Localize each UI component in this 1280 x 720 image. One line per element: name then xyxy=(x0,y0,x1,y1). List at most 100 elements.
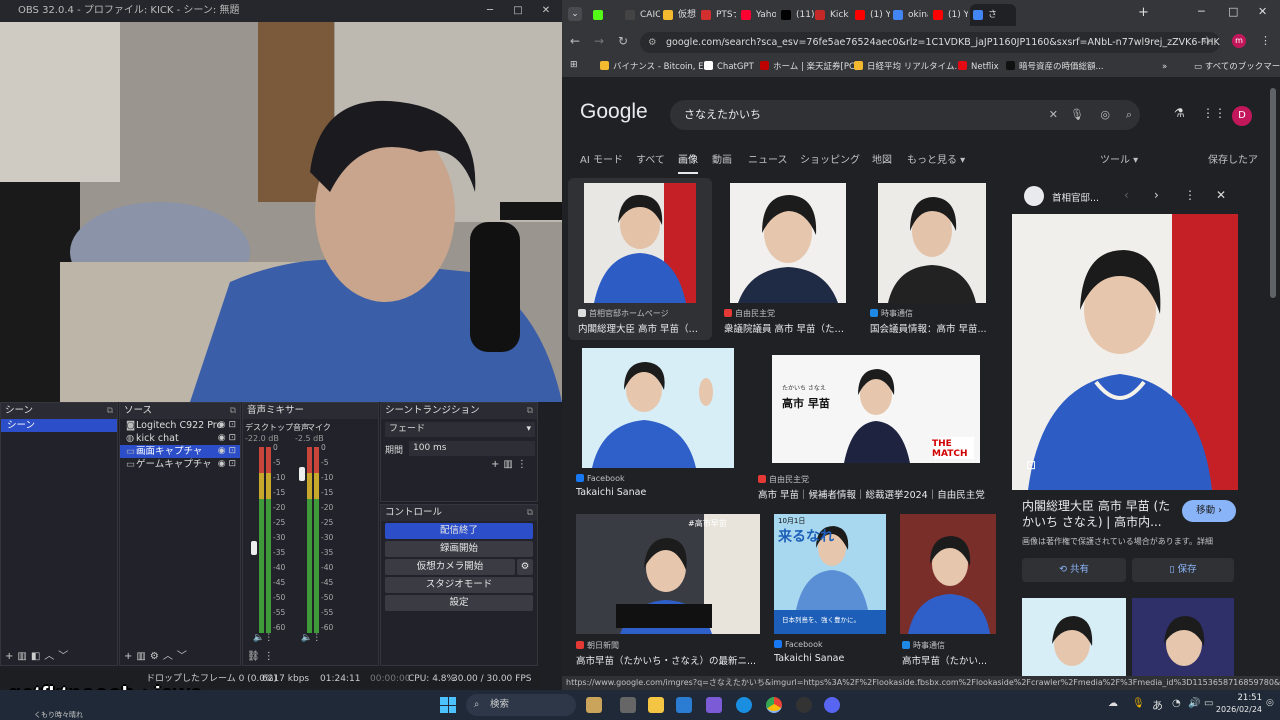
result-title[interactable]: 国会議員情報：高市 早苗... xyxy=(870,321,996,335)
notification-icon[interactable]: ◎ xyxy=(1266,698,1274,708)
bookmark-item[interactable]: Netflix xyxy=(958,59,999,75)
result-image[interactable]: #高市早苗 xyxy=(576,514,760,634)
clear-icon[interactable]: ✕ xyxy=(1049,100,1058,130)
browser-tab[interactable]: okina xyxy=(890,4,928,26)
volume-icon[interactable]: 🔊 xyxy=(1188,698,1200,709)
close-icon[interactable]: ✕ xyxy=(1216,188,1226,202)
result-title[interactable]: 内閣総理大臣 高市 早苗（た... xyxy=(578,321,706,335)
stop-streaming-button[interactable]: 配信終了 xyxy=(385,523,533,539)
browser-tab[interactable]: Kick xyxy=(812,4,850,26)
transition-select[interactable]: フェード ▾ xyxy=(385,422,535,437)
virtual-camera-button[interactable]: 仮想カメラ開始 xyxy=(385,559,515,575)
visit-button[interactable]: 移動 › xyxy=(1182,500,1236,522)
reload-icon[interactable]: ↻ xyxy=(618,34,628,48)
source-item[interactable]: ◙Logitech C922 Pro ◉ ⊡ xyxy=(120,419,240,432)
minimize-icon[interactable]: ─ xyxy=(1198,5,1205,18)
close-icon[interactable]: ✕ xyxy=(532,0,560,22)
eye-icon[interactable]: ◉ ⊡ xyxy=(218,419,236,432)
preview-image[interactable]: ⊡ xyxy=(1012,214,1238,490)
new-tab-icon[interactable]: + xyxy=(1138,5,1149,20)
duration-input[interactable]: 100 ms xyxy=(409,441,535,456)
tab-videos[interactable]: 動画 xyxy=(712,151,732,166)
back-icon[interactable]: ← xyxy=(570,34,580,48)
dock-popout-icon[interactable]: ⧉ xyxy=(527,505,533,521)
maximize-icon[interactable]: □ xyxy=(504,0,532,22)
scene-item[interactable]: シーン xyxy=(1,419,117,432)
mic-icon[interactable]: 🎙 xyxy=(1132,698,1145,709)
browser-tab[interactable]: CAIC/ xyxy=(622,4,660,26)
menu-dots-icon[interactable]: ⋮ xyxy=(264,651,278,662)
site-info-icon[interactable]: ⚙ xyxy=(648,32,657,53)
tab-all[interactable]: すべて xyxy=(636,151,665,166)
browser-tab[interactable]: Yahoo xyxy=(738,4,776,26)
google-logo[interactable]: Google xyxy=(580,100,648,124)
browser-tab[interactable]: PTSナ xyxy=(698,4,736,26)
result-title[interactable]: 高市早苗（たかいち・さなえ）の最新ニ... xyxy=(576,653,762,667)
ime-indicator[interactable]: あ xyxy=(1152,697,1163,713)
search-icon[interactable]: ⌕ xyxy=(1126,100,1132,130)
link-icon[interactable]: ⛓ xyxy=(247,651,264,662)
browser-tab[interactable]: (1) Yo xyxy=(852,4,890,26)
transition-toolbar[interactable]: +▥⋮ xyxy=(491,459,531,470)
gear-icon[interactable]: ⚙ xyxy=(150,651,163,662)
saved-link[interactable]: 保存したア xyxy=(1208,151,1258,166)
result-title[interactable]: 高市早苗（たかい... xyxy=(902,653,998,667)
bookmark-item[interactable]: ChatGPT xyxy=(704,59,754,75)
settings-button[interactable]: 設定 xyxy=(385,595,533,611)
star-icon[interactable]: ☆ xyxy=(1202,34,1212,47)
omnibox[interactable]: ⚙ google.com/search?sca_esv=76fe5ae76524… xyxy=(640,32,1220,53)
source-item[interactable]: ◍ kick chat ◉ ⊡ xyxy=(120,432,240,445)
start-recording-button[interactable]: 録画開始 xyxy=(385,541,533,557)
trash-icon[interactable]: ▥ xyxy=(136,651,149,662)
browser-tab[interactable] xyxy=(590,4,612,26)
close-icon[interactable]: ✕ xyxy=(1258,5,1267,18)
mic-icon[interactable]: 🎙 xyxy=(1070,100,1084,130)
lens-icon[interactable]: ⊡ xyxy=(1026,458,1036,472)
dock-popout-icon[interactable]: ⧉ xyxy=(527,403,533,419)
tab-more[interactable]: もっと見る ▾ xyxy=(907,151,965,166)
share-button[interactable]: ⟲ 共有 xyxy=(1022,558,1126,582)
chrome-icon[interactable] xyxy=(766,697,782,713)
minimize-icon[interactable]: ─ xyxy=(476,0,504,22)
browser-tab[interactable]: さ xyxy=(970,4,1016,26)
result-title[interactable]: Takaichi Sanae xyxy=(774,653,888,664)
result-image[interactable] xyxy=(730,183,846,303)
browser-tab[interactable]: 仮想 xyxy=(660,4,698,26)
task-view-icon[interactable] xyxy=(620,697,636,713)
windows-start-icon[interactable] xyxy=(440,697,456,713)
wifi-icon[interactable]: ◔ xyxy=(1172,698,1181,709)
channel2-volume-slider[interactable] xyxy=(299,467,305,481)
weather-widget[interactable]: くもり時々晴れ xyxy=(34,710,83,720)
tab-shopping[interactable]: ショッピング xyxy=(800,151,860,166)
save-button[interactable]: ▯ 保存 xyxy=(1132,558,1234,582)
search-input[interactable]: さなえたかいち ✕ 🎙 ◎ ⌕ xyxy=(670,100,1140,130)
bookmark-item[interactable]: 日経平均 リアルタイム... xyxy=(854,59,963,75)
edge-icon[interactable] xyxy=(736,697,752,713)
source-item[interactable]: ▭ゲームキャプチャ ◉ ⊡ xyxy=(120,458,240,471)
tab-maps[interactable]: 地図 xyxy=(872,151,892,166)
result-image[interactable] xyxy=(582,348,734,468)
labs-icon[interactable]: ⚗ xyxy=(1174,106,1185,120)
browser-tab[interactable]: (11) xyxy=(778,4,816,26)
related-image[interactable] xyxy=(1132,598,1234,676)
trash-icon[interactable]: ▥ xyxy=(17,651,30,662)
gear-icon[interactable]: ⚙ xyxy=(517,559,533,575)
store-icon[interactable] xyxy=(676,697,692,713)
result-title[interactable]: 衆議院議員 高市 早苗（たか... xyxy=(724,321,852,335)
related-image[interactable] xyxy=(1022,598,1126,676)
result-image[interactable]: 10月1日 来るなれ 日本列島を、強く豊かに。 xyxy=(774,514,886,634)
eye-icon[interactable]: ◉ ⊡ xyxy=(218,458,236,471)
filter-icon[interactable]: ◧ xyxy=(31,651,44,662)
tab-news[interactable]: ニュース xyxy=(748,151,788,166)
up-arrow-icon[interactable]: ︿ xyxy=(163,651,177,662)
result-image[interactable] xyxy=(584,183,696,303)
studio-mode-button[interactable]: スタジオモード xyxy=(385,577,533,593)
add-icon[interactable]: + xyxy=(5,651,17,662)
forward-icon[interactable]: → xyxy=(594,34,604,48)
all-bookmarks[interactable]: ▭ すべてのブックマーク xyxy=(1194,59,1280,75)
profile-avatar[interactable]: m xyxy=(1232,34,1246,48)
dock-popout-icon[interactable]: ⧉ xyxy=(107,403,113,419)
speaker-icon[interactable]: 🔈⋮ xyxy=(301,633,321,643)
source-item[interactable]: ▭画面キャプチャ ◉ ⊡ xyxy=(120,445,240,458)
prev-icon[interactable]: ‹ xyxy=(1124,188,1129,202)
